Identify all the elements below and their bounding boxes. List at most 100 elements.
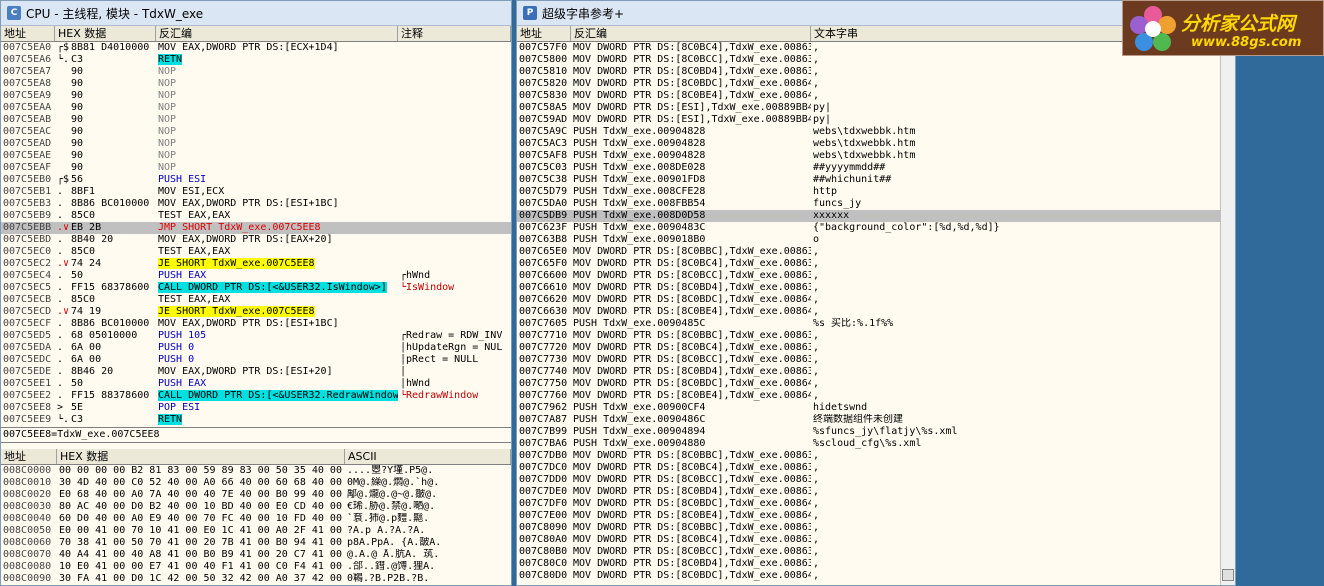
string-ref-row[interactable]: 007C7760 MOV DWORD PTR DS:[8C0BE4],TdxW_e… (517, 390, 1221, 402)
col-asm-header[interactable]: 反汇编 (156, 26, 398, 41)
disasm-row[interactable]: 007C5EE8 > 5E 5E POP ESI (1, 402, 511, 414)
scrollbar-thumb[interactable] (1222, 569, 1234, 581)
disasm-row[interactable]: 007C5ECB. 85C0 TEST EAX,EAX (1, 294, 511, 306)
col-comment-header[interactable]: 注释 (398, 26, 511, 41)
string-ref-row[interactable]: 007C7DB0 MOV DWORD PTR DS:[8C0BBC],TdxW_e… (517, 450, 1221, 462)
string-ref-row[interactable]: 007C5810 MOV DWORD PTR DS:[8C0BD4],TdxW_e… (517, 66, 1221, 78)
disasm-row[interactable]: 007C5EC0. 85C0 TEST EAX,EAX (1, 246, 511, 258)
string-ref-row[interactable]: 007C5DB9 PUSH TdxW_exe.008D0D58 xxxxxx (517, 210, 1221, 222)
string-ref-row[interactable]: 007C5AC3 PUSH TdxW_exe.00904828 webs\tdxwe… (517, 138, 1221, 150)
strings-col-asm[interactable]: 反汇编 (571, 26, 811, 41)
string-ref-row[interactable]: 007C7710 MOV DWORD PTR DS:[8C0BBC],TdxW_e… (517, 330, 1221, 342)
string-ref-row[interactable]: 007C7750 MOV DWORD PTR DS:[8C0BDC],TdxW_e… (517, 378, 1221, 390)
string-ref-row[interactable]: 007C65E0 MOV DWORD PTR DS:[8C0BBC],TdxW_e… (517, 246, 1221, 258)
string-ref-row[interactable]: 007C63B8 PUSH TdxW_exe.009018B0 o (517, 234, 1221, 246)
strings-scrollbar[interactable] (1220, 41, 1235, 585)
string-ref-row[interactable]: 007C7E00 MOV DWORD PTR DS:[8C0BE4],TdxW_e… (517, 510, 1221, 522)
disasm-row[interactable]: 007C5ED5. 68 05010000 PUSH 105 ┌Redraw = RD… (1, 330, 511, 342)
string-ref-row[interactable]: 007C5AF8 PUSH TdxW_exe.00904828 webs\tdxwe… (517, 150, 1221, 162)
disasm-row[interactable]: 007C5EA7 90 NOP (1, 66, 511, 78)
disasm-row[interactable]: 007C5EAC 90 NOP (1, 126, 511, 138)
string-ref-row[interactable]: 007C7DC0 MOV DWORD PTR DS:[8C0BC4],TdxW_e… (517, 462, 1221, 474)
disasm-row[interactable]: 007C5EDC. 6A 00 PUSH 0 │pRect = NULL (1, 354, 511, 366)
string-ref-row[interactable]: 007C7720 MOV DWORD PTR DS:[8C0BC4],TdxW_e… (517, 342, 1221, 354)
string-ref-row[interactable]: 007C7DE0 MOV DWORD PTR DS:[8C0BD4],TdxW_e… (517, 486, 1221, 498)
disasm-row[interactable]: 007C5EC4. 50 PUSH EAX ┌hWnd (1, 270, 511, 282)
disasm-row[interactable]: 007C5EA6 └. C3 RETN (1, 54, 511, 66)
disasm-row[interactable]: 007C5EC2 .∨ 74 24 JE SHORT TdxW_exe.007C5EE… (1, 258, 511, 270)
disasm-row[interactable]: 007C5EDA. 6A 00 PUSH 0 │hUpdateRgn = NUL (1, 342, 511, 354)
string-ref-row[interactable]: 007C5D79 PUSH TdxW_exe.008CFE28 http (517, 186, 1221, 198)
string-ref-row[interactable]: 007C7962 PUSH TdxW_exe.00900CF4 hidetswnd (517, 402, 1221, 414)
dump-row[interactable]: 008C0070 40 A4 41 00 40 A8 41 00 B0 B9 41… (1, 549, 511, 561)
string-ref-row[interactable]: 007C7A87 PUSH TdxW_exe.0090486C 终端数据组件未创建 (517, 414, 1221, 426)
disasm-row[interactable]: 007C5EE9 └. C3 RETN (1, 414, 511, 426)
disasm-row[interactable]: 007C5EE1. 50 PUSH EAX │hWnd (1, 378, 511, 390)
string-ref-row[interactable]: 007C623F PUSH TdxW_exe.0090483C {"backgrou… (517, 222, 1221, 234)
string-ref-row[interactable]: 007C59AD MOV DWORD PTR DS:[ESI],TdxW_exe.… (517, 114, 1221, 126)
disasm-row[interactable]: 007C5ECD .∨ 74 19 JE SHORT TdxW_exe.007C5EE… (1, 306, 511, 318)
string-ref-row[interactable]: 007C5C03 PUSH TdxW_exe.008DE028 ##yyyymmdd… (517, 162, 1221, 174)
string-ref-row[interactable]: 007C7DD0 MOV DWORD PTR DS:[8C0BCC],TdxW_e… (517, 474, 1221, 486)
string-ref-row[interactable]: 007C80D0 MOV DWORD PTR DS:[8C0BDC],TdxW_e… (517, 570, 1221, 582)
disasm-row[interactable]: 007C5EB0 ┌$ 56 PUSH ESI (1, 174, 511, 186)
disasm-row[interactable]: 007C5EC5. FF15 68378600 CALL DWORD PTR DS:… (1, 282, 511, 294)
string-ref-row[interactable]: 007C6600 MOV DWORD PTR DS:[8C0BCC],TdxW_e… (517, 270, 1221, 282)
string-ref-row[interactable]: 007C80A0 MOV DWORD PTR DS:[8C0BC4],TdxW_e… (517, 534, 1221, 546)
dump-pane[interactable]: 008C0000 00 00 00 00 B2 81 83 00 59 89 83… (1, 465, 511, 585)
dump-row[interactable]: 008C0050 E0 00 41 00 70 10 41 00 E0 1C 41… (1, 525, 511, 537)
string-ref-row[interactable]: 007C80B0 MOV DWORD PTR DS:[8C0BCC],TdxW_e… (517, 546, 1221, 558)
string-ref-row[interactable]: 007C8090 MOV DWORD PTR DS:[8C0BBC],TdxW_e… (517, 522, 1221, 534)
disasm-row[interactable]: 007C5EBD. 8B40 20 MOV EAX,DWORD PTR DS:[EA… (1, 234, 511, 246)
disasm-row[interactable]: 007C5EAD 90 NOP (1, 138, 511, 150)
strings-list[interactable]: 007C57F0 MOV DWORD PTR DS:[8C0BC4],TdxW_e… (517, 42, 1221, 585)
dump-row[interactable]: 008C0080 10 E0 41 00 00 E7 41 00 40 F1 41… (1, 561, 511, 573)
string-ref-row[interactable]: 007C7740 MOV DWORD PTR DS:[8C0BD4],TdxW_e… (517, 366, 1221, 378)
disasm-row[interactable]: 007C5EB9. 85C0 TEST EAX,EAX (1, 210, 511, 222)
string-ref-row[interactable]: 007C6620 MOV DWORD PTR DS:[8C0BDC],TdxW_e… (517, 294, 1221, 306)
disasm-row[interactable]: 007C5EBB .∨ EB 2B JMP SHORT TdxW_exe.007C5E… (1, 222, 511, 234)
dump-row[interactable]: 008C0090 30 FA 41 00 D0 1C 42 00 50 32 42… (1, 573, 511, 585)
disasm-pane[interactable]: 007C5EA0 ┌$ 8B81 D4010000 MOV EAX,DWORD PTR… (1, 42, 511, 427)
col-hex-header[interactable]: HEX 数据 (55, 26, 156, 41)
disasm-row[interactable]: 007C5EB3. 8B86 BC010000 MOV EAX,DWORD PTR … (1, 198, 511, 210)
dump-col-hex[interactable]: HEX 数据 (57, 449, 345, 464)
string-ref-row[interactable]: 007C6630 MOV DWORD PTR DS:[8C0BE4],TdxW_e… (517, 306, 1221, 318)
disasm-row[interactable]: 007C5EAE 90 NOP (1, 150, 511, 162)
strings-col-addr[interactable]: 地址 (517, 26, 571, 41)
dump-col-ascii[interactable]: ASCII (345, 449, 511, 464)
string-ref-row[interactable]: 007C5830 MOV DWORD PTR DS:[8C0BE4],TdxW_e… (517, 90, 1221, 102)
disasm-row[interactable]: 007C5EAB 90 NOP (1, 114, 511, 126)
disasm-row[interactable]: 007C5EDE. 8B46 20 MOV EAX,DWORD PTR DS:[ES… (1, 366, 511, 378)
disasm-row[interactable]: 007C5ECF. 8B86 BC010000 MOV EAX,DWORD PTR … (1, 318, 511, 330)
dump-row[interactable]: 008C0060 70 38 41 00 50 70 41 00 20 7B 41… (1, 537, 511, 549)
disasm-row[interactable]: 007C5EA0 ┌$ 8B81 D4010000 MOV EAX,DWORD PTR… (1, 42, 511, 54)
string-ref-row[interactable]: 007C80C0 MOV DWORD PTR DS:[8C0BD4],TdxW_e… (517, 558, 1221, 570)
string-ref-row[interactable]: 007C7BA6 PUSH TdxW_exe.00904880 %scloud_cf… (517, 438, 1221, 450)
string-ref-row[interactable]: 007C7DF0 MOV DWORD PTR DS:[8C0BDC],TdxW_e… (517, 498, 1221, 510)
string-ref-row[interactable]: 007C7B99 PUSH TdxW_exe.00904894 %sfuncs_jy… (517, 426, 1221, 438)
string-ref-row[interactable]: 007C57F0 MOV DWORD PTR DS:[8C0BC4],TdxW_e… (517, 42, 1221, 54)
string-ref-row[interactable]: 007C5A9C PUSH TdxW_exe.00904828 webs\tdxwe… (517, 126, 1221, 138)
dump-col-addr[interactable]: 地址 (1, 449, 57, 464)
string-ref-row[interactable]: 007C6610 MOV DWORD PTR DS:[8C0BD4],TdxW_e… (517, 282, 1221, 294)
dump-row[interactable]: 008C0030 80 AC 40 00 D0 B2 40 00 10 BD 40… (1, 501, 511, 513)
disasm-row[interactable]: 007C5EB1. 8BF1 MOV ESI,ECX (1, 186, 511, 198)
disasm-row[interactable]: 007C5EAA 90 NOP (1, 102, 511, 114)
string-ref-row[interactable]: 007C5800 MOV DWORD PTR DS:[8C0BCC],TdxW_e… (517, 54, 1221, 66)
string-ref-row[interactable]: 007C7605 PUSH TdxW_exe.0090485C %s 买比:%.1f… (517, 318, 1221, 330)
disasm-row[interactable]: 007C5EAF 90 NOP (1, 162, 511, 174)
dump-row[interactable]: 008C0010 30 4D 40 00 C0 52 40 00 A0 66 40… (1, 477, 511, 489)
disasm-row[interactable]: 007C5EA9 90 NOP (1, 90, 511, 102)
disasm-row[interactable]: 007C5EA8 90 NOP (1, 78, 511, 90)
cpu-window-titlebar[interactable]: C CPU - 主线程, 模块 - TdxW_exe (1, 1, 511, 26)
dump-row[interactable]: 008C0020 E0 68 40 00 A0 7A 40 00 40 7E 40… (1, 489, 511, 501)
string-ref-row[interactable]: 007C5C38 PUSH TdxW_exe.00901FD8 ##whichuni… (517, 174, 1221, 186)
string-ref-row[interactable]: 007C65F0 MOV DWORD PTR DS:[8C0BC4],TdxW_e… (517, 258, 1221, 270)
string-ref-row[interactable]: 007C58A5 MOV DWORD PTR DS:[ESI],TdxW_exe.… (517, 102, 1221, 114)
dump-row[interactable]: 008C0000 00 00 00 00 B2 81 83 00 59 89 83… (1, 465, 511, 477)
string-ref-row[interactable]: 007C5DA0 PUSH TdxW_exe.008FBB54 funcs_jy (517, 198, 1221, 210)
string-ref-row[interactable]: 007C5820 MOV DWORD PTR DS:[8C0BDC],TdxW_e… (517, 78, 1221, 90)
col-addr-header[interactable]: 地址 (1, 26, 55, 41)
dump-row[interactable]: 008C0040 60 D0 40 00 A0 E9 40 00 70 FC 40… (1, 513, 511, 525)
